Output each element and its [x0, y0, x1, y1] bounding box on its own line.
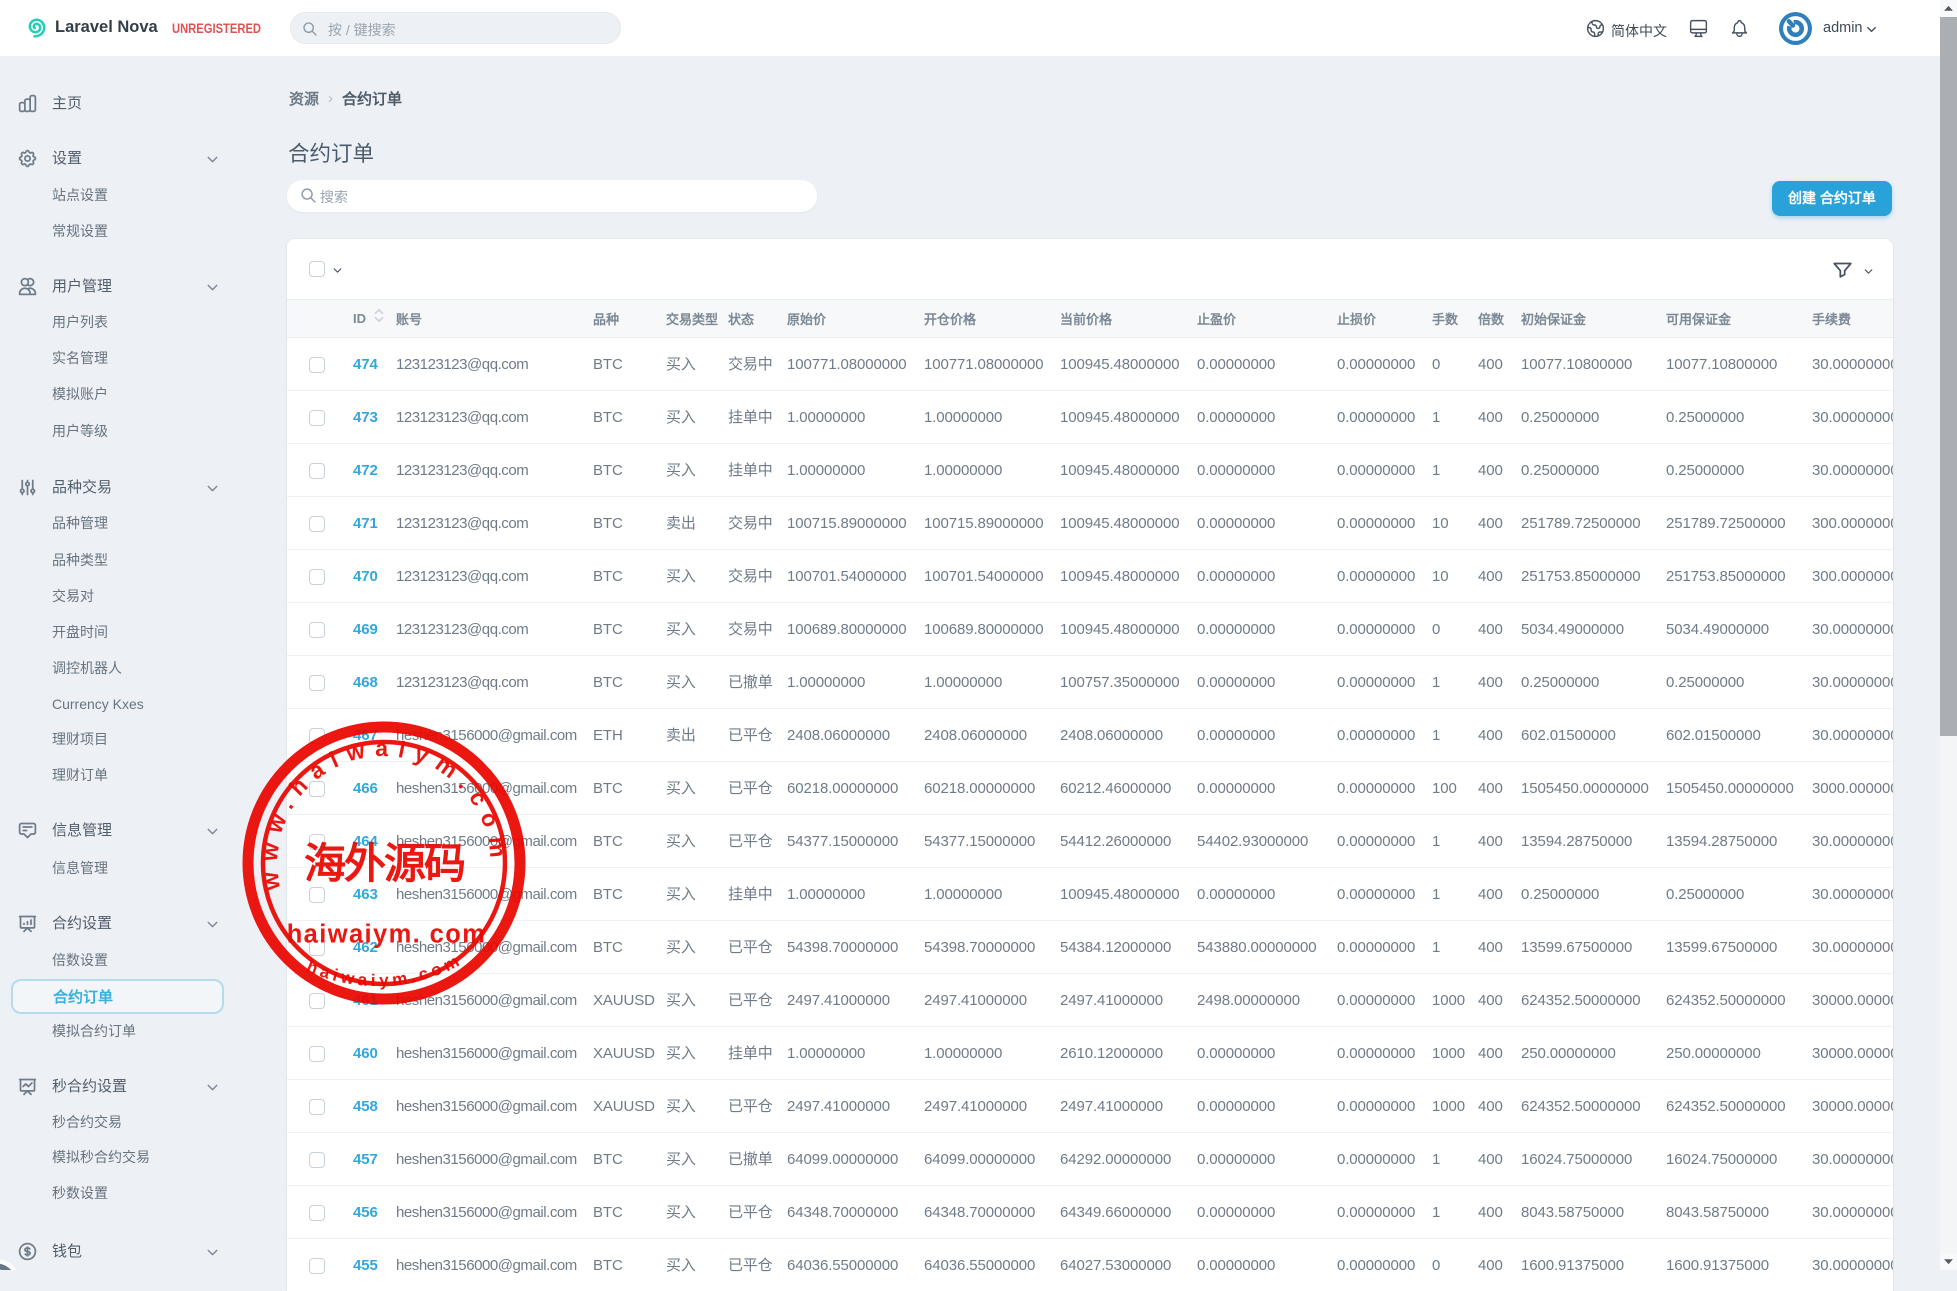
svg-text:海外源码: 海外源码 — [304, 841, 465, 888]
svg-text:haiwaiym. com: haiwaiym. com — [287, 921, 487, 949]
